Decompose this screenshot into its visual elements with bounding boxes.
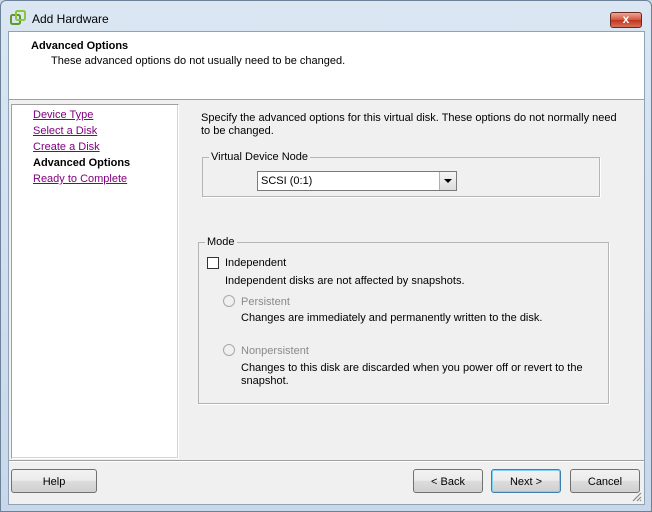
close-icon: x (622, 12, 630, 26)
virtual-device-node-legend: Virtual Device Node (211, 151, 309, 163)
virtual-device-node-value: SCSI (0:1) (261, 175, 313, 187)
independent-checkbox[interactable] (207, 257, 219, 269)
page-description: Specify the advanced options for this vi… (201, 112, 617, 137)
nonpersistent-radio[interactable] (223, 344, 235, 356)
mode-legend: Mode (207, 236, 235, 248)
step-device-type[interactable]: Device Type (33, 109, 93, 121)
step-create-disk[interactable]: Create a Disk (33, 141, 100, 153)
chevron-down-icon[interactable] (439, 172, 456, 190)
virtual-device-node-select[interactable]: SCSI (0:1) (257, 171, 457, 191)
back-button[interactable]: < Back (413, 469, 483, 493)
step-ready-to-complete[interactable]: Ready to Complete (33, 173, 127, 185)
footer-divider (9, 460, 644, 462)
wizard-steps-panel: Device Type Select a Disk Create a Disk … (11, 104, 179, 459)
persistent-label[interactable]: Persistent (241, 296, 290, 308)
dialog-client: Advanced Options These advanced options … (8, 31, 645, 505)
nonpersistent-note: Changes to this disk are discarded when … (241, 362, 583, 387)
window-title: Add Hardware (32, 12, 109, 26)
next-button[interactable]: Next > (491, 469, 561, 493)
step-select-disk[interactable]: Select a Disk (33, 125, 97, 137)
independent-note: Independent disks are not affected by sn… (225, 275, 465, 287)
independent-label[interactable]: Independent (225, 257, 286, 269)
nonpersistent-label[interactable]: Nonpersistent (241, 345, 309, 357)
persistent-radio[interactable] (223, 295, 235, 307)
vsphere-logo-icon (10, 10, 26, 25)
close-button[interactable]: x (610, 12, 642, 28)
help-button[interactable]: Help (11, 469, 97, 493)
mode-group: Mode Independent Independent disks are n… (198, 236, 609, 404)
resize-grip-icon[interactable] (630, 490, 642, 502)
step-advanced-options: Advanced Options (33, 157, 131, 169)
dialog-window: Add Hardware x Advanced Options These ad… (0, 0, 652, 512)
persistent-note: Changes are immediately and permanently … (241, 312, 543, 324)
virtual-device-node-group: Virtual Device Node SCSI (0:1) (202, 151, 600, 197)
page-subtitle: These advanced options do not usually ne… (51, 55, 346, 67)
wizard-header: Advanced Options These advanced options … (9, 32, 644, 100)
title-bar[interactable]: Add Hardware x (1, 1, 651, 31)
page-title: Advanced Options (31, 40, 129, 52)
